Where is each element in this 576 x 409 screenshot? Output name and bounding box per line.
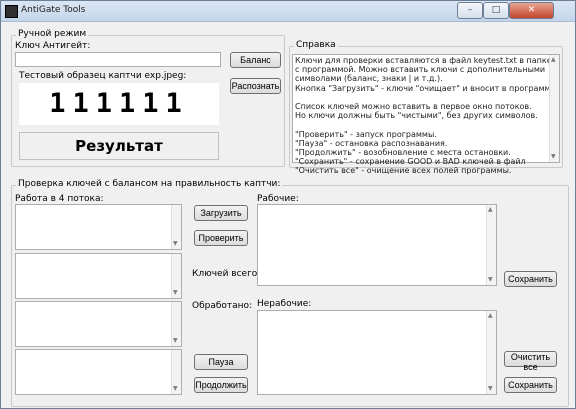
thread-1-textbox[interactable]: ▼ xyxy=(15,204,182,250)
thread-2-textbox[interactable]: ▼ xyxy=(15,253,182,299)
scroll-down-icon[interactable]: ▼ xyxy=(551,154,556,160)
help-line: Ключи для проверки вставляются в файл ke… xyxy=(295,56,552,65)
help-line: Но ключи должны быть "чистыми", без друг… xyxy=(295,111,538,121)
check-title: Проверка ключей с балансом на правильнос… xyxy=(16,179,283,189)
close-button[interactable]: ✕ xyxy=(509,2,554,19)
help-line: "Сохранить" - сохранение GOOD и BAD ключ… xyxy=(295,157,526,167)
captcha-image: 111111 xyxy=(19,83,219,125)
help-line: Кнопка "Загрузить" - ключи "очищает" и в… xyxy=(295,83,558,93)
result-display: Результат xyxy=(19,132,219,160)
scroll-up-icon[interactable]: ▲ xyxy=(551,57,556,63)
help-line: с программой. Можно вставить ключи с доп… xyxy=(295,65,546,75)
help-textbox[interactable]: Ключи для проверки вставляются в файл ke… xyxy=(292,54,560,175)
working-keys-textbox[interactable]: ▲ ▼ xyxy=(257,204,497,286)
help-line xyxy=(295,93,547,102)
nonworking-scrollbar[interactable]: ▲ ▼ xyxy=(486,311,496,394)
thread-3-scrollbar[interactable]: ▼ xyxy=(171,302,181,346)
app-window: AntiGate Tools – □ ✕ Ручной режим Ключ А… xyxy=(0,0,576,409)
window-title: AntiGate Tools xyxy=(21,5,86,15)
thread-1-scrollbar[interactable]: ▼ xyxy=(171,205,181,249)
scroll-down-icon[interactable]: ▼ xyxy=(173,338,178,344)
maximize-button[interactable]: □ xyxy=(483,2,509,19)
scroll-down-icon[interactable]: ▼ xyxy=(488,386,493,392)
help-line: "Продолжить" - возобновление с места ост… xyxy=(295,148,511,158)
help-scrollbar[interactable]: ▲ ▼ xyxy=(549,55,559,162)
check-button[interactable]: Проверить xyxy=(194,230,248,246)
thread-2-scrollbar[interactable]: ▼ xyxy=(171,254,181,298)
help-text: Ключи для проверки вставляются в файл ke… xyxy=(295,56,558,176)
save-nonworking-button[interactable]: Сохранить xyxy=(504,377,557,393)
clear-all-button[interactable]: Очистить все xyxy=(504,351,557,372)
help-line: Список ключей можно вставить в первое ок… xyxy=(295,102,532,112)
scroll-down-icon[interactable]: ▼ xyxy=(173,241,178,247)
scroll-down-icon[interactable]: ▼ xyxy=(173,386,178,392)
save-working-button[interactable]: Сохранить xyxy=(504,271,557,287)
scroll-down-icon[interactable]: ▼ xyxy=(488,277,493,283)
nonworking-keys-textbox[interactable]: ▲ ▼ xyxy=(257,310,497,395)
key-label: Ключ Антигейт: xyxy=(15,41,91,51)
continue-button[interactable]: Продолжить xyxy=(194,377,248,393)
help-line: "Проверить" - запуск программы. xyxy=(295,129,437,139)
app-icon xyxy=(5,5,18,18)
help-title: Справка xyxy=(294,40,338,50)
help-line: "Очистить все" - очищение всех полей про… xyxy=(295,166,512,176)
recognize-button[interactable]: Распознать xyxy=(230,78,281,94)
working-scrollbar[interactable]: ▲ ▼ xyxy=(486,205,496,285)
thread-4-textbox[interactable]: ▼ xyxy=(15,349,182,395)
title-bar: AntiGate Tools – □ ✕ xyxy=(1,1,575,22)
total-keys-label: Ключей всего: xyxy=(192,269,261,279)
threads-label: Работа в 4 потока: xyxy=(15,194,104,204)
scroll-up-icon[interactable]: ▲ xyxy=(488,313,493,319)
sample-label: Тестовый образец каптчи exp.jpeg: xyxy=(19,71,187,81)
nonworking-label: Нерабочие: xyxy=(257,299,312,309)
help-line: "Пауза" - остановка распознавания. xyxy=(295,138,448,148)
help-line xyxy=(295,120,547,129)
working-label: Рабочие: xyxy=(257,194,299,204)
thread-4-scrollbar[interactable]: ▼ xyxy=(171,350,181,394)
manual-mode-title: Ручной режим xyxy=(16,29,89,39)
key-input[interactable] xyxy=(15,52,221,67)
help-line: символами (баланс, знаки | и т.д.). xyxy=(295,74,443,84)
minimize-button[interactable]: – xyxy=(457,2,483,19)
scroll-down-icon[interactable]: ▼ xyxy=(173,290,178,296)
load-button[interactable]: Загрузить xyxy=(194,205,248,221)
balance-button[interactable]: Баланс xyxy=(230,52,281,68)
thread-3-textbox[interactable]: ▼ xyxy=(15,301,182,347)
scroll-up-icon[interactable]: ▲ xyxy=(488,207,493,213)
processed-label: Обработано: xyxy=(192,301,253,311)
pause-button[interactable]: Пауза xyxy=(194,354,248,370)
